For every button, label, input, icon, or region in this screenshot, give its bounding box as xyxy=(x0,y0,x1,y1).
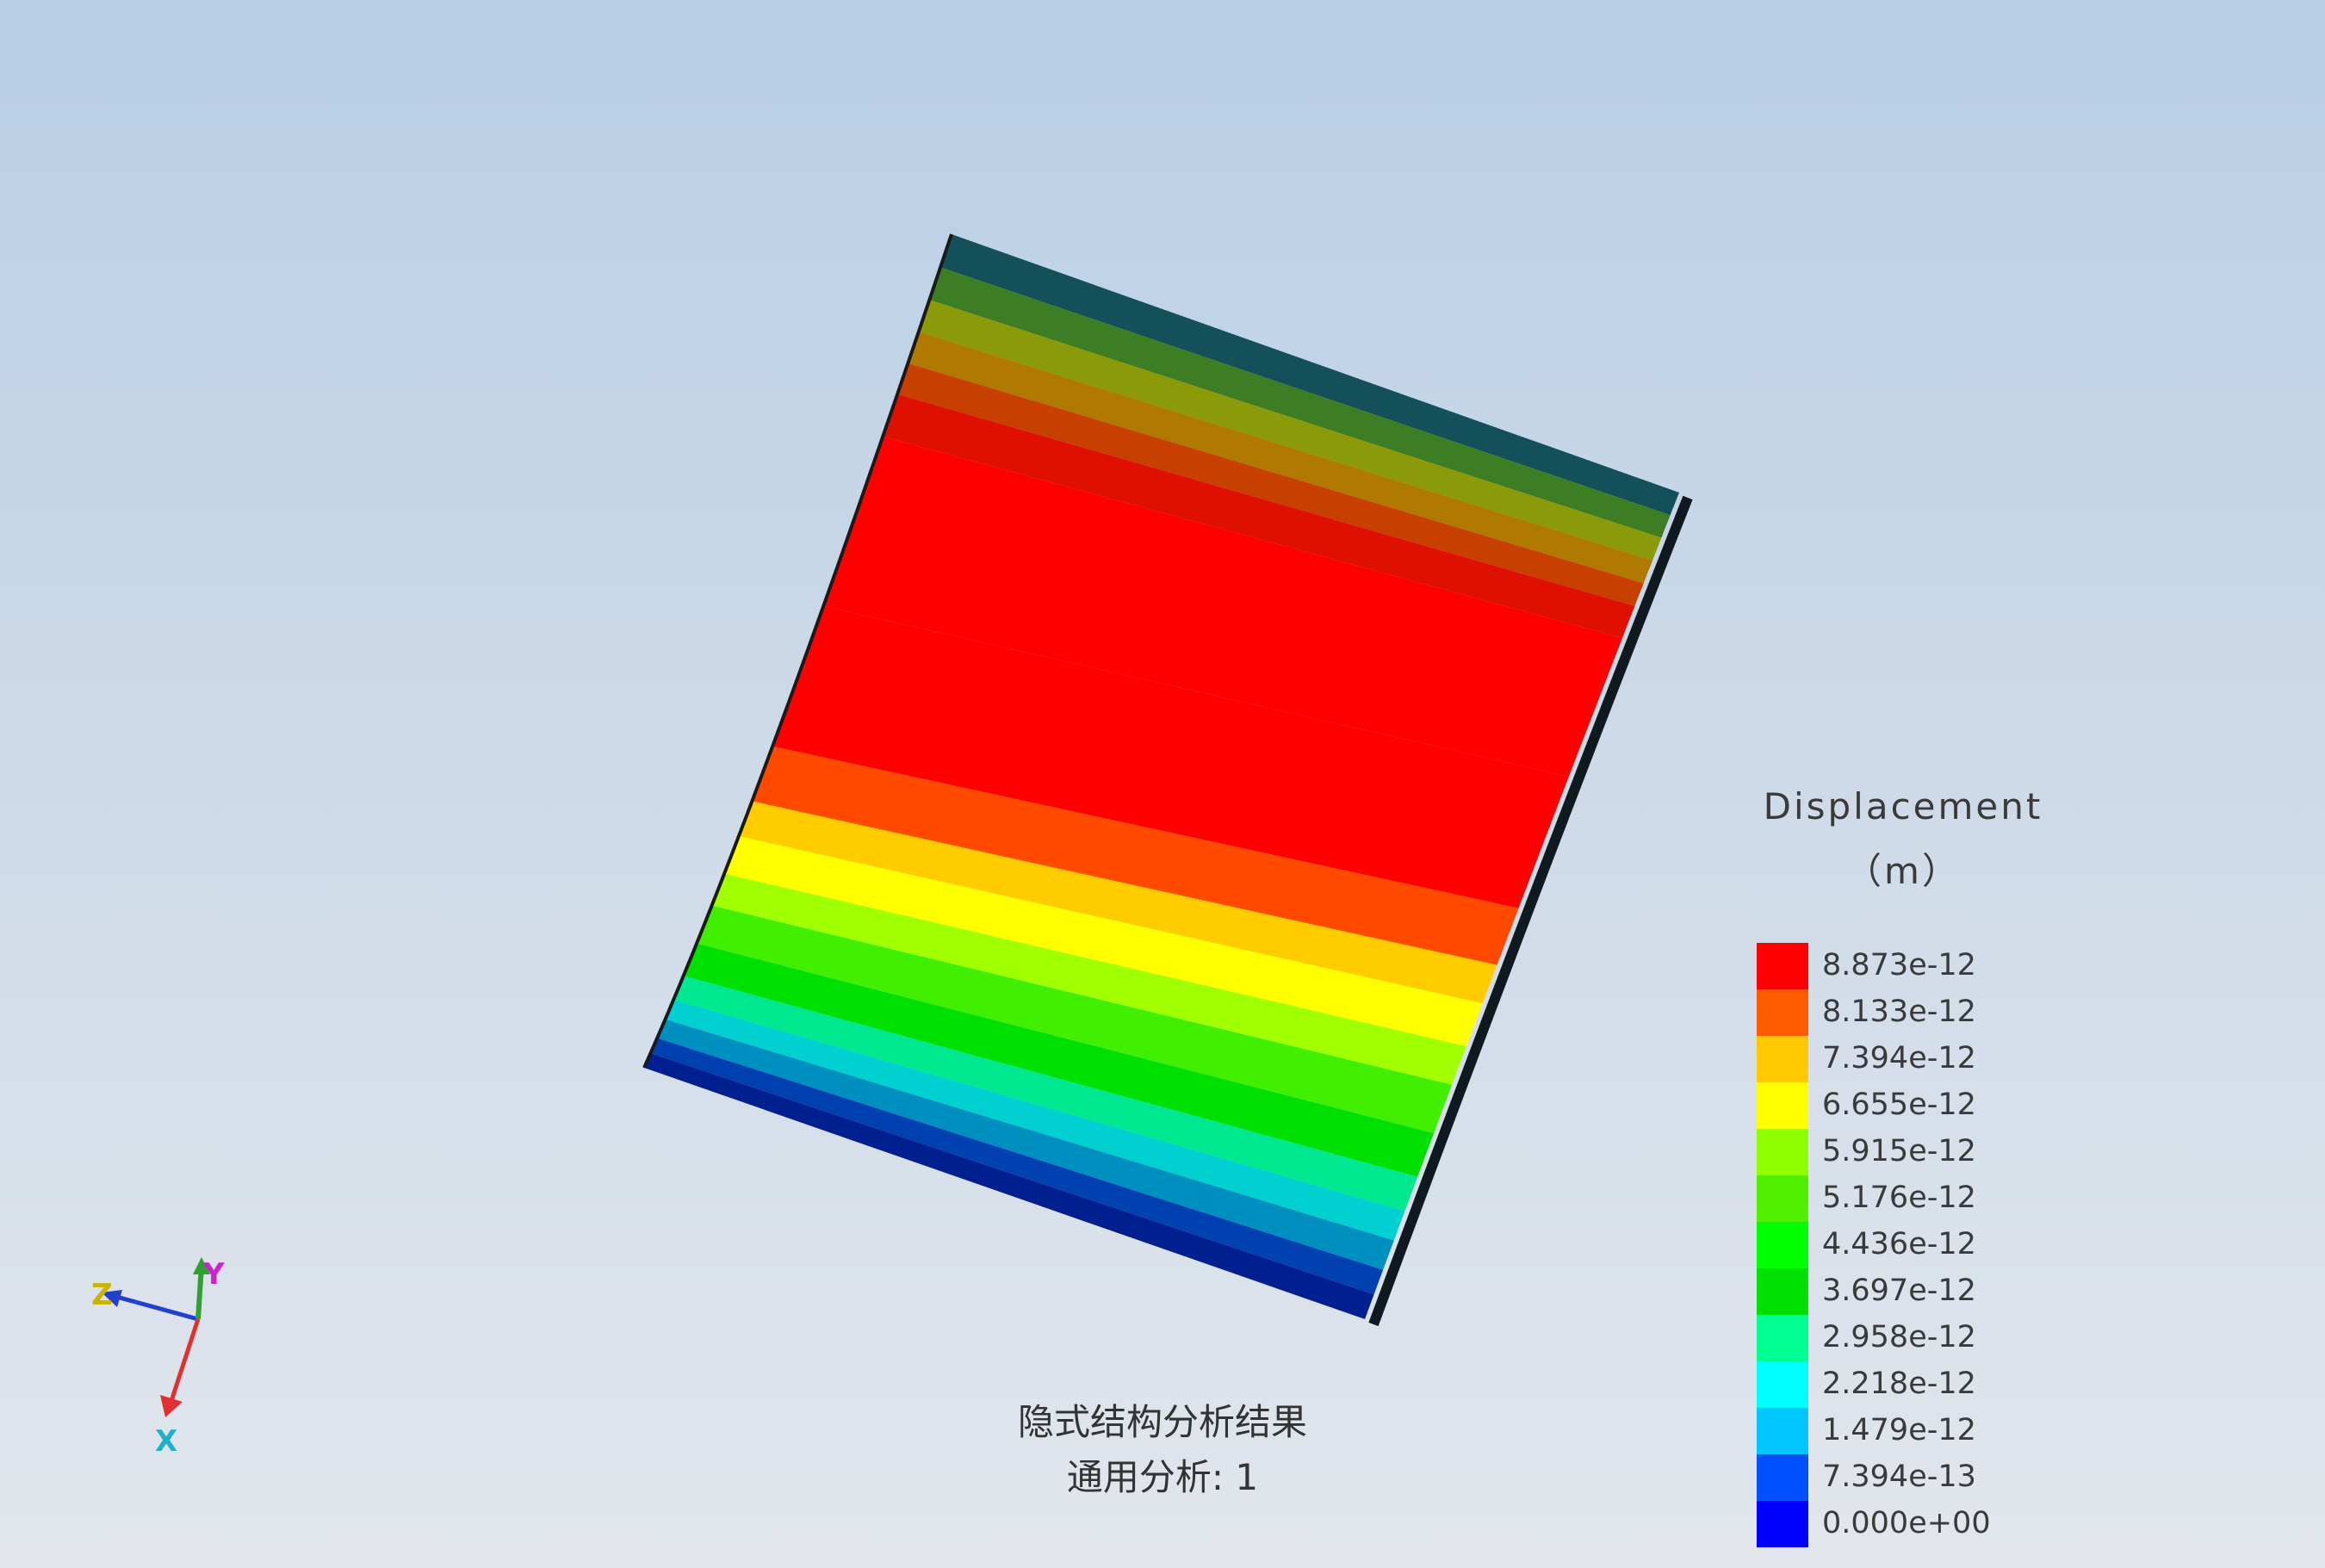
legend-swatch xyxy=(1757,1222,1808,1268)
legend-value: 0.000e+00 xyxy=(1822,1506,1991,1540)
legend-value: 2.218e-12 xyxy=(1822,1367,1976,1401)
legend-value: 5.176e-12 xyxy=(1822,1181,1976,1215)
legend-swatch xyxy=(1757,989,1808,1036)
legend-title: Displacement xyxy=(1763,785,2043,827)
y-axis-label: Y xyxy=(203,1257,225,1292)
legend-value: 1.479e-12 xyxy=(1822,1413,1976,1447)
legend-swatch xyxy=(1757,1361,1808,1408)
shell-model-contour[interactable] xyxy=(642,233,1693,1327)
legend-swatch xyxy=(1757,943,1808,989)
legend-value: 4.436e-12 xyxy=(1822,1227,1976,1261)
legend-swatch xyxy=(1757,1129,1808,1175)
axis-triad[interactable]: Z Y X xyxy=(69,1240,258,1481)
legend-value: 2.958e-12 xyxy=(1822,1320,1976,1354)
result-caption: 隐式结构分析结果 通用分析: 1 xyxy=(939,1395,1386,1505)
legend-swatch xyxy=(1757,1175,1808,1222)
caption-analysis-type: 隐式结构分析结果 xyxy=(1017,1401,1307,1443)
x-axis-arrow xyxy=(168,1318,201,1404)
legend-value: 6.655e-12 xyxy=(1822,1088,1976,1122)
legend-value: 7.394e-13 xyxy=(1822,1460,1976,1494)
caption-step: 通用分析: 1 xyxy=(1066,1456,1259,1498)
legend-value: 5.915e-12 xyxy=(1822,1134,1976,1168)
legend-unit: （m） xyxy=(1845,850,1961,892)
legend-swatch xyxy=(1757,1408,1808,1454)
z-axis-label: Z xyxy=(91,1278,113,1312)
legend-swatch xyxy=(1757,1315,1808,1361)
legend-swatch xyxy=(1757,1454,1808,1501)
legend-swatch xyxy=(1757,1082,1808,1129)
z-axis-arrow xyxy=(109,1292,199,1322)
legend-value: 8.133e-12 xyxy=(1822,995,1976,1029)
legend-swatch xyxy=(1757,1036,1808,1082)
legend-value: 3.697e-12 xyxy=(1822,1274,1976,1308)
legend-swatch xyxy=(1757,1501,1808,1547)
legend-value: 7.394e-12 xyxy=(1822,1041,1976,1075)
displacement-legend: Displacement （m） 8.873e-12 8.133e-12 7.394… xyxy=(1739,775,2067,1547)
legend-value: 8.873e-12 xyxy=(1822,948,1976,982)
legend-swatch xyxy=(1757,1268,1808,1315)
x-axis-label: X xyxy=(155,1424,178,1459)
